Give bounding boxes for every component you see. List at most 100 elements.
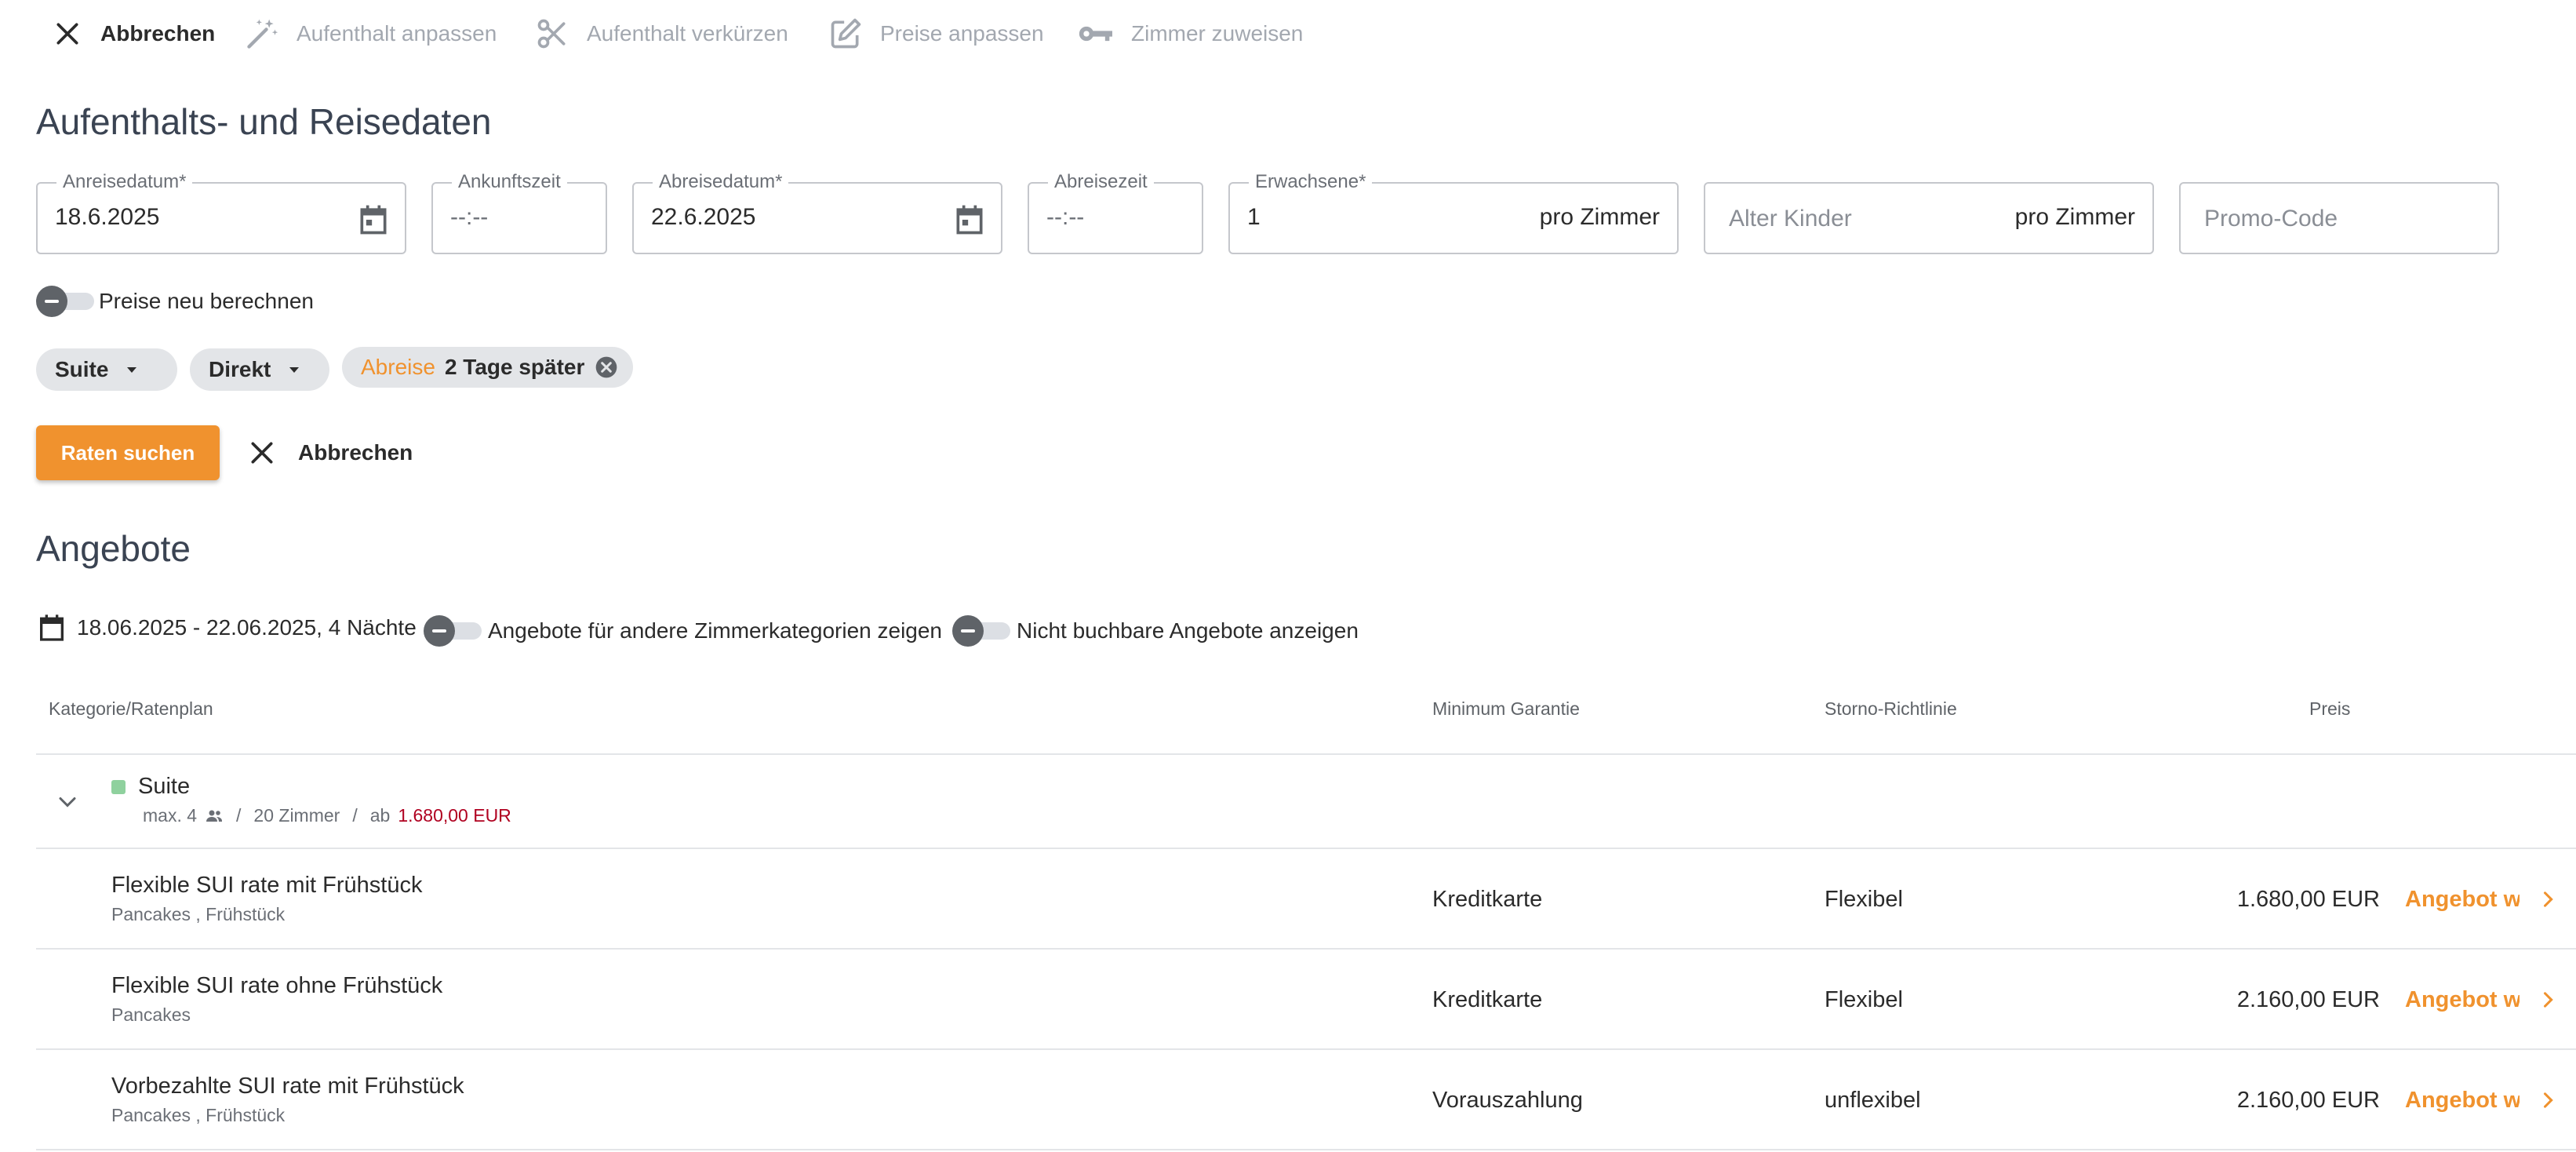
rate-services: Pancakes (111, 1004, 191, 1025)
children-ages-suffix: pro Zimmer (2014, 204, 2135, 230)
unbookable-offers-label: Nicht buchbare Angebote anzeigen (1017, 618, 1359, 643)
cancel-button[interactable]: Abbrechen (246, 433, 413, 472)
people-icon (206, 810, 223, 822)
rate-price: 1.680,00 EUR (2236, 887, 2380, 912)
children-ages-field[interactable]: Alter Kinder pro Zimmer (1704, 182, 2154, 254)
column-header-category: Kategorie/Ratenplan (49, 698, 213, 719)
offers-section-title: Angebote (36, 528, 191, 569)
other-categories-label: Angebote für andere Zimmerkategorien zei… (488, 618, 943, 643)
departure-time-value: --:-- (1046, 204, 1085, 230)
group-max-guests: max. 4 (143, 805, 198, 826)
cancel-toolbar-label: Abbrechen (100, 21, 216, 46)
group-separator: / (236, 805, 242, 826)
close-icon (56, 23, 78, 45)
unbookable-offers-toggle[interactable] (952, 615, 1012, 647)
divider (36, 848, 2576, 849)
adjust-stay-button[interactable]: Aufenthalt anpassen (245, 16, 497, 52)
arrival-date-label: Anreisedatum* (56, 171, 193, 193)
group-name: Suite (138, 774, 191, 799)
adults-label: Erwachsene* (1249, 171, 1373, 193)
adults-field[interactable]: Erwachsene* 1 pro Zimmer (1228, 171, 1679, 254)
adults-suffix: pro Zimmer (1539, 204, 1660, 230)
calendar-icon (40, 614, 64, 641)
search-rates-button[interactable]: Raten suchen (36, 425, 220, 480)
chevron-down-icon[interactable] (53, 788, 82, 816)
promo-code-placeholder: Promo-Code (2204, 206, 2338, 231)
departure-date-value: 22.6.2025 (651, 204, 756, 230)
rate-guarantee: Kreditkarte (1432, 987, 1543, 1012)
departure-date-label: Abreisedatum* (653, 171, 789, 193)
column-header-guarantee: Minimum Garantie (1432, 698, 1580, 719)
rate-cancellation: Flexibel (1825, 887, 1903, 912)
calendar-icon[interactable] (952, 202, 987, 237)
assign-room-button[interactable]: Zimmer zuweisen (1076, 16, 1303, 52)
departure-change-prefix: Abreise (361, 355, 435, 379)
shorten-stay-label: Aufenthalt verkürzen (587, 21, 788, 46)
divider (36, 948, 2576, 950)
arrival-time-field[interactable]: Ankunftszeit --:-- (431, 171, 607, 254)
calendar-icon[interactable] (356, 202, 391, 237)
departure-change-chip: Abreise 2 Tage später (342, 347, 634, 388)
close-icon (251, 442, 273, 464)
chevron-right-icon[interactable] (2537, 1089, 2559, 1111)
cancel-toolbar-button[interactable]: Abbrechen (52, 16, 215, 52)
recalc-prices-label: Preise neu berechnen (99, 289, 314, 313)
key-icon (1079, 26, 1112, 42)
channel-filter-chip[interactable]: Direkt (190, 348, 329, 391)
departure-change-text: 2 Tage später (444, 355, 585, 379)
rate-name: Flexible SUI rate mit Frühstück (111, 873, 423, 898)
rate-cancellation: unflexibel (1825, 1088, 1921, 1113)
adjust-prices-button[interactable]: Preise anpassen (828, 16, 1044, 52)
rate-price: 2.160,00 EUR (2236, 1088, 2380, 1113)
chevron-right-icon[interactable] (2537, 888, 2559, 910)
arrival-time-label: Ankunftszeit (452, 171, 567, 193)
category-filter-value: Suite (55, 357, 109, 381)
arrival-date-value: 18.6.2025 (55, 204, 160, 230)
departure-time-field[interactable]: Abreisezeit --:-- (1028, 171, 1203, 254)
stay-section-title: Aufenthalts- und Reisedaten (36, 101, 492, 142)
column-header-price: Preis (2309, 698, 2351, 719)
divider (36, 753, 2576, 755)
group-from-price: 1.680,00 EUR (398, 805, 511, 826)
rate-cancellation: Flexibel (1825, 987, 1903, 1012)
select-offer-button[interactable]: Angebot wählen (2405, 1088, 2520, 1114)
category-filter-chip[interactable]: Suite (36, 348, 177, 391)
rate-services: Pancakes , Frühstück (111, 1105, 286, 1125)
shorten-stay-button[interactable]: Aufenthalt verkürzen (535, 16, 788, 52)
recalc-prices-toggle[interactable] (36, 286, 96, 317)
rate-price: 2.160,00 EUR (2236, 987, 2380, 1012)
chevron-right-icon[interactable] (2537, 989, 2559, 1011)
promo-code-field[interactable]: Promo-Code (2179, 182, 2499, 254)
dropdown-arrow-icon (127, 367, 137, 373)
dropdown-arrow-icon (289, 367, 300, 373)
offer-period: 18.06.2025 - 22.06.2025, 4 Nächte (77, 615, 417, 640)
scissors-icon (537, 19, 566, 49)
rate-name: Flexible SUI rate ohne Frühstück (111, 973, 443, 998)
group-from-prefix: ab (369, 805, 391, 826)
group-rooms: 20 Zimmer (253, 805, 340, 826)
departure-time-label: Abreisezeit (1048, 171, 1154, 193)
adjust-stay-label: Aufenthalt anpassen (297, 21, 497, 46)
remove-chip-icon[interactable] (594, 355, 619, 380)
rate-guarantee: Kreditkarte (1432, 887, 1543, 912)
group-meta: max. 4 / 20 Zimmer / ab 1.680,00 EUR (143, 805, 511, 826)
assign-room-label: Zimmer zuweisen (1131, 21, 1304, 46)
rate-services: Pancakes , Frühstück (111, 904, 286, 924)
departure-date-field[interactable]: Abreisedatum* 22.6.2025 (632, 171, 1002, 254)
arrival-time-value: --:-- (450, 204, 489, 230)
select-offer-button[interactable]: Angebot wählen (2405, 987, 2520, 1013)
category-color-dot (111, 780, 126, 794)
divider (36, 1149, 2576, 1150)
cancel-button-label: Abbrechen (298, 440, 413, 465)
rate-name: Vorbezahlte SUI rate mit Frühstück (111, 1074, 464, 1099)
adults-value: 1 (1247, 204, 1261, 230)
adjust-prices-label: Preise anpassen (880, 21, 1044, 46)
arrival-date-field[interactable]: Anreisedatum* 18.6.2025 (36, 171, 406, 254)
group-separator: / (352, 805, 358, 826)
edit-icon (831, 18, 861, 49)
column-header-cancellation: Storno-Richtlinie (1825, 698, 1957, 719)
channel-filter-value: Direkt (209, 357, 271, 381)
magic-wand-icon (247, 19, 278, 49)
select-offer-button[interactable]: Angebot wählen (2405, 887, 2520, 913)
other-categories-toggle[interactable] (424, 615, 483, 647)
